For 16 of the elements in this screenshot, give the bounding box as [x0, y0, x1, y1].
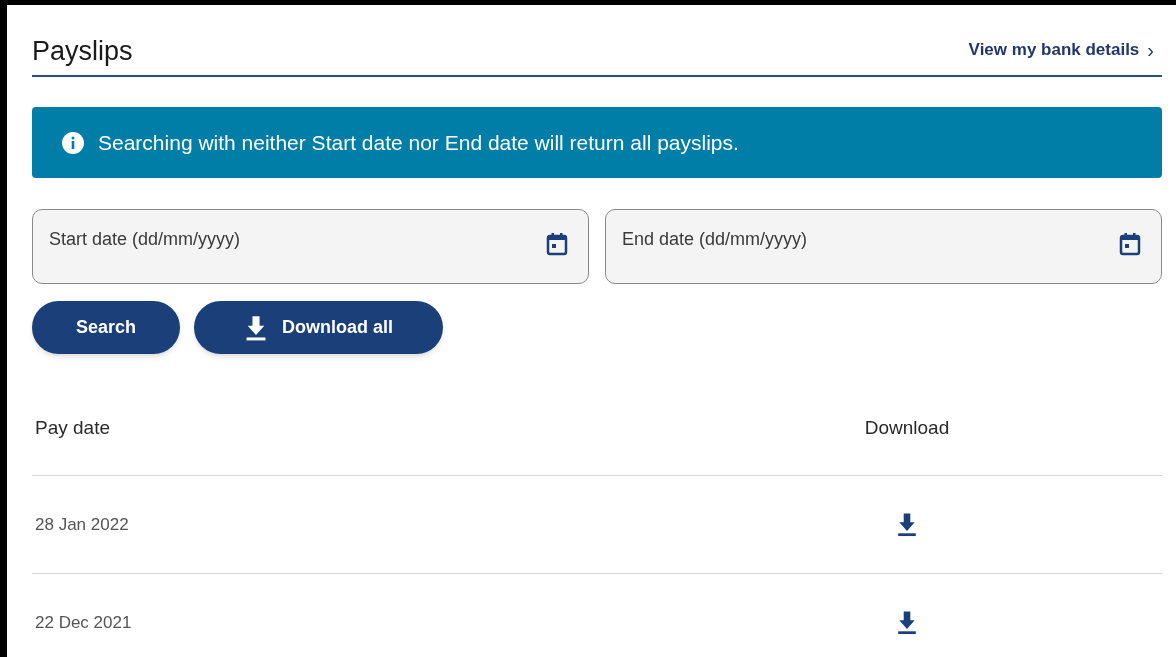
pay-date: 28 Jan 2022 — [34, 513, 130, 536]
pay-date: 22 Dec 2021 — [34, 611, 133, 634]
date-field[interactable]: End date (dd/mm/yyyy) — [605, 209, 1162, 284]
page-title: Payslips — [32, 38, 133, 65]
search-button[interactable]: Search — [32, 301, 181, 354]
calendar-icon[interactable] — [545, 231, 569, 257]
column-header: Pay date — [34, 416, 111, 441]
download-icon — [896, 512, 918, 537]
date-field[interactable]: Start date (dd/mm/yyyy) — [32, 209, 589, 284]
bank-details-link[interactable]: View my bank details › — [968, 35, 1154, 65]
download-icon — [896, 610, 918, 635]
info-icon — [62, 131, 84, 154]
column-header: Download — [863, 416, 951, 441]
calendar-icon[interactable] — [1118, 231, 1142, 257]
info-message: Searching with neither Start date nor End date will return all payslips. — [98, 129, 739, 156]
download-all-button[interactable]: Download all — [194, 301, 444, 354]
